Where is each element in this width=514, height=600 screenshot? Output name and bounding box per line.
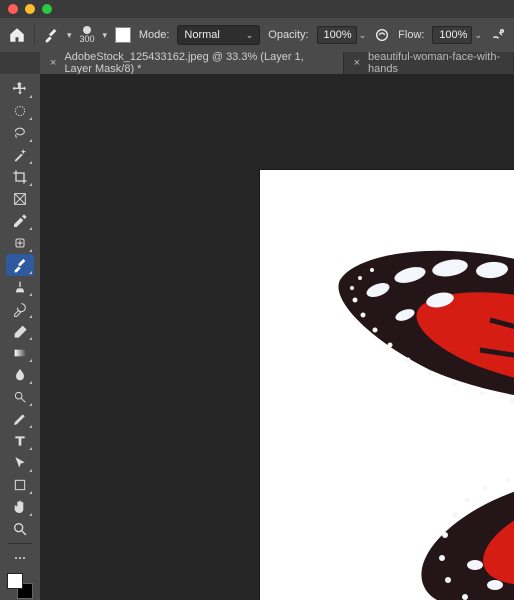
flow-field[interactable]: 100% <box>432 26 472 44</box>
window-close-button[interactable] <box>8 4 18 14</box>
zoom-tool-icon[interactable] <box>6 518 34 540</box>
color-swatches[interactable] <box>7 573 33 599</box>
canvas-area[interactable] <box>40 74 514 600</box>
eyedropper-tool-icon[interactable] <box>6 210 34 232</box>
healing-brush-tool-icon[interactable] <box>6 232 34 254</box>
path-selection-tool-icon[interactable] <box>6 452 34 474</box>
marquee-tool-icon[interactable] <box>6 100 34 122</box>
clone-stamp-tool-icon[interactable] <box>6 276 34 298</box>
type-tool-icon[interactable] <box>6 430 34 452</box>
pressure-opacity-icon[interactable] <box>374 27 390 43</box>
edit-toolbar-icon[interactable] <box>6 547 34 569</box>
brush-size-value: 300 <box>80 35 95 44</box>
opacity-label: Opacity: <box>268 29 308 41</box>
eraser-tool-icon[interactable] <box>6 320 34 342</box>
document-canvas[interactable] <box>260 170 514 600</box>
move-tool-icon[interactable] <box>6 78 34 100</box>
blend-mode-value: Normal <box>184 29 219 41</box>
chevron-down-icon: ⌄ <box>246 30 254 41</box>
flow-label: Flow: <box>398 29 424 41</box>
chevron-down-icon[interactable]: ▾ <box>67 30 72 41</box>
tool-palette <box>0 74 40 600</box>
crop-tool-icon[interactable] <box>6 166 34 188</box>
close-icon[interactable]: × <box>50 57 56 69</box>
magic-wand-tool-icon[interactable] <box>6 144 34 166</box>
lasso-tool-icon[interactable] <box>6 122 34 144</box>
chevron-down-icon[interactable]: ⌄ <box>474 30 482 41</box>
chevron-down-icon[interactable]: ▾ <box>103 30 108 41</box>
butterfly-wing-image <box>260 170 514 600</box>
document-tab-label: beautiful-woman-face-with-hands <box>368 51 503 75</box>
brush-tool-icon[interactable] <box>6 254 34 276</box>
blend-mode-select[interactable]: Normal ⌄ <box>177 25 260 45</box>
document-tabstrip: × AdobeStock_125433162.jpeg @ 33.3% (Lay… <box>0 52 514 74</box>
window-titlebar <box>0 0 514 18</box>
brush-panel-icon[interactable] <box>115 27 131 43</box>
shape-tool-icon[interactable] <box>6 474 34 496</box>
history-brush-tool-icon[interactable] <box>6 298 34 320</box>
options-bar: ▾ 300 ▾ Mode: Normal ⌄ Opacity: 100% ⌄ F… <box>0 18 514 52</box>
window-maximize-button[interactable] <box>42 4 52 14</box>
frame-tool-icon[interactable] <box>6 188 34 210</box>
mode-label: Mode: <box>139 29 170 41</box>
document-tab-label: AdobeStock_125433162.jpeg @ 33.3% (Layer… <box>64 51 332 75</box>
pen-tool-icon[interactable] <box>6 408 34 430</box>
document-tab[interactable]: × beautiful-woman-face-with-hands <box>344 52 514 74</box>
home-icon[interactable] <box>8 26 26 44</box>
gradient-tool-icon[interactable] <box>6 342 34 364</box>
chevron-down-icon[interactable]: ⌄ <box>359 30 367 41</box>
foreground-color-swatch[interactable] <box>7 573 23 589</box>
close-icon[interactable]: × <box>354 57 360 69</box>
airbrush-icon[interactable] <box>490 27 506 43</box>
dodge-tool-icon[interactable] <box>6 386 34 408</box>
document-tab[interactable]: × AdobeStock_125433162.jpeg @ 33.3% (Lay… <box>40 52 344 74</box>
hand-tool-icon[interactable] <box>6 496 34 518</box>
brush-size-picker[interactable]: 300 <box>80 26 95 44</box>
window-minimize-button[interactable] <box>25 4 35 14</box>
opacity-field[interactable]: 100% <box>317 26 357 44</box>
brush-tool-preset-icon[interactable] <box>43 27 59 43</box>
blur-tool-icon[interactable] <box>6 364 34 386</box>
